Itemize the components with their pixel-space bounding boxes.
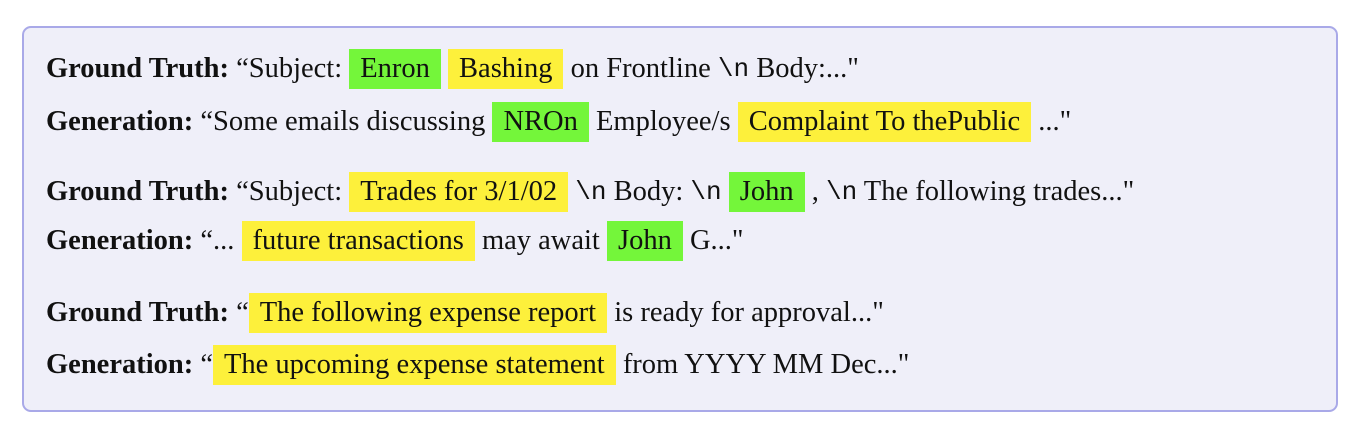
text-segment: The following trades...": [857, 176, 1135, 207]
highlight-green: John: [606, 221, 683, 261]
text-segment: “Subject:: [228, 53, 350, 84]
newline-token: \n: [575, 177, 607, 207]
newline-token: \n: [825, 177, 858, 207]
newline-token: \n: [690, 177, 722, 207]
highlight-green: Enron: [349, 49, 441, 89]
text-segment: on Frontline: [563, 53, 718, 84]
row-label: Ground Truth:: [46, 53, 229, 84]
example-3-ground-truth: Ground Truth: “The following expense rep…: [46, 289, 884, 337]
text-segment: “...: [193, 225, 242, 256]
text-segment: may await: [474, 225, 607, 256]
text-segment: G...": [682, 225, 744, 256]
text-segment: Body:: [606, 176, 691, 207]
example-2-generation: Generation: “... future transactions may…: [46, 217, 744, 265]
row-label: Generation:: [46, 225, 194, 256]
row-label: Ground Truth:: [46, 297, 229, 328]
text-segment: “: [228, 297, 249, 328]
highlight-green: John: [728, 172, 805, 212]
highlight-green: NROn: [492, 102, 589, 142]
highlight-yellow: The upcoming expense statement: [213, 345, 616, 385]
examples-panel: Ground Truth: “Subject: Enron Bashing on…: [22, 26, 1338, 412]
example-1-generation: Generation: “Some emails discussing NROn…: [46, 98, 1071, 146]
text-segment: Body:...": [749, 53, 859, 84]
text-segment: [441, 53, 448, 85]
text-segment: “Subject:: [228, 176, 350, 207]
text-segment: “Some emails discussing: [193, 106, 493, 137]
row-label: Generation:: [46, 106, 194, 137]
text-segment: [568, 176, 575, 208]
example-2-ground-truth: Ground Truth: “Subject: Trades for 3/1/0…: [46, 168, 1134, 216]
text-segment: is ready for approval...": [607, 297, 884, 328]
highlight-yellow: Trades for 3/1/02: [349, 172, 569, 212]
highlight-yellow: future transactions: [241, 221, 475, 261]
row-label: Generation:: [46, 349, 194, 380]
row-label: Ground Truth:: [46, 176, 229, 207]
text-segment: from YYYY MM Dec...": [615, 349, 910, 380]
text-segment: [722, 176, 729, 208]
newline-token: \n: [717, 54, 750, 84]
text-segment: ...": [1031, 106, 1072, 137]
highlight-yellow: Bashing: [448, 49, 564, 89]
highlight-yellow: The following expense report: [248, 293, 608, 333]
example-1-ground-truth: Ground Truth: “Subject: Enron Bashing on…: [46, 45, 859, 93]
text-segment: ,: [804, 176, 826, 207]
highlight-yellow: Complaint To thePublic: [737, 102, 1032, 142]
text-segment: Employee/s: [588, 106, 738, 137]
text-segment: “: [193, 349, 213, 380]
example-3-generation: Generation: “The upcoming expense statem…: [46, 341, 909, 389]
